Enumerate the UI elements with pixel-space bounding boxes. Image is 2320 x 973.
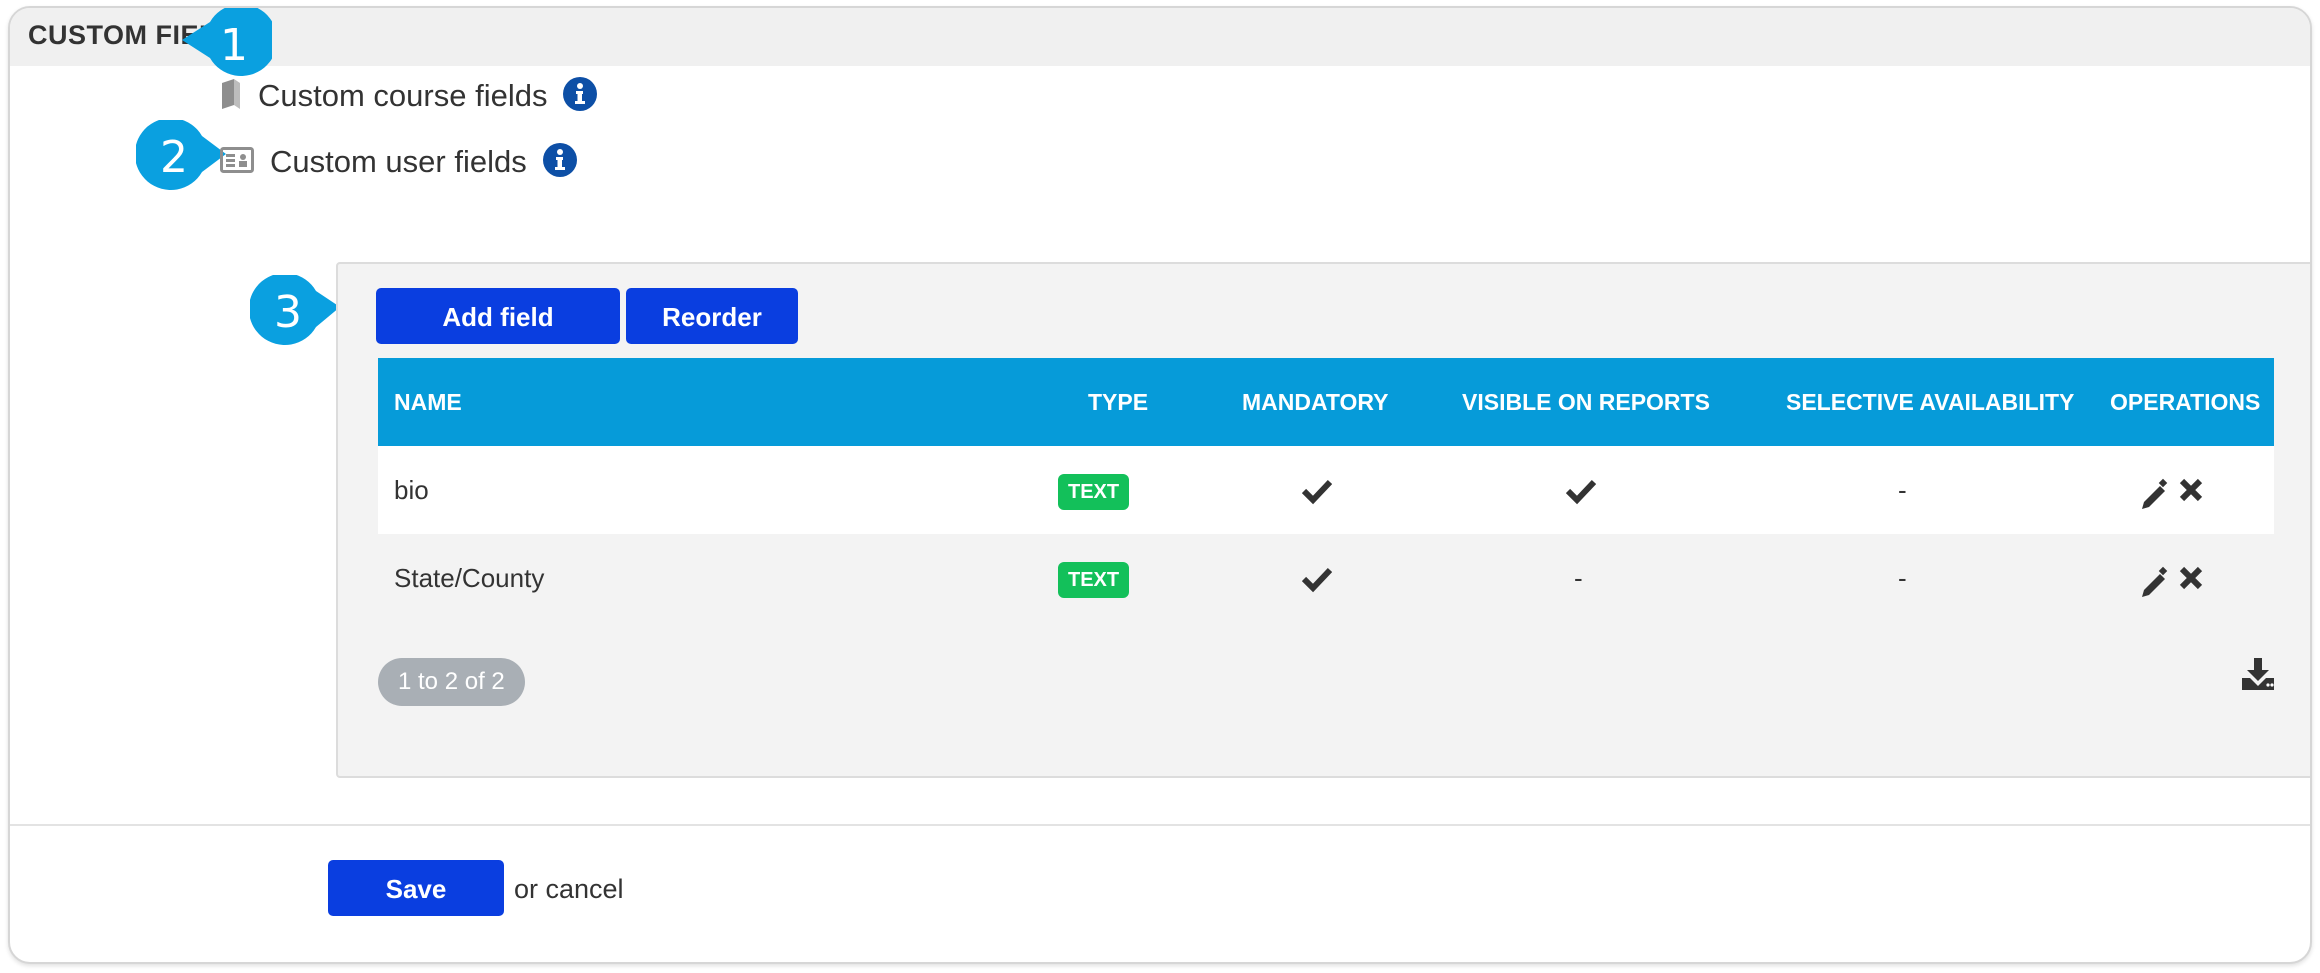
download-icon[interactable] [2240, 656, 2276, 697]
book-icon [220, 77, 242, 116]
delete-icon[interactable] [2178, 446, 2204, 534]
visible-on-reports-value: - [1574, 563, 1583, 593]
cancel-link[interactable]: or cancel [514, 874, 624, 905]
column-header-type[interactable]: TYPE [1088, 358, 1148, 446]
table-row: State/County TEXT - - [378, 534, 2274, 622]
field-name: State/County [394, 563, 545, 593]
column-header-name[interactable]: NAME [394, 358, 462, 446]
pencil-icon[interactable] [2140, 446, 2168, 534]
save-button[interactable]: Save [328, 860, 504, 916]
check-icon [1301, 534, 1333, 622]
custom-fields-card: CUSTOM FIELDS 1 Custom course fields 2 C… [8, 6, 2312, 964]
add-field-button[interactable]: Add field [376, 288, 620, 344]
callout-marker-1: 1 [182, 8, 272, 84]
custom-course-fields-label: Custom course fields [258, 78, 548, 113]
table-row: bio TEXT - [378, 446, 2274, 534]
info-icon[interactable] [563, 76, 598, 116]
footer-divider [10, 824, 2310, 826]
pagination-info: 1 to 2 of 2 [378, 658, 525, 706]
custom-course-fields-link[interactable]: Custom course fields [220, 76, 598, 116]
check-icon [1565, 446, 1597, 534]
column-header-visible-on-reports[interactable]: VISIBLE ON REPORTS [1462, 358, 1710, 446]
reorder-button[interactable]: Reorder [626, 288, 798, 344]
card-header: CUSTOM FIELDS [10, 8, 2310, 66]
selective-availability-value: - [1898, 563, 1907, 593]
custom-user-fields-label: Custom user fields [270, 144, 527, 179]
custom-fields-table: NAME TYPE MANDATORY VISIBLE ON REPORTS S… [378, 358, 2274, 622]
callout-marker-2: 2 [136, 120, 226, 196]
selective-availability-value: - [1898, 475, 1907, 505]
type-badge: TEXT [1058, 474, 1130, 511]
custom-user-fields-link[interactable]: Custom user fields [220, 142, 577, 182]
type-badge: TEXT [1058, 562, 1130, 599]
delete-icon[interactable] [2178, 534, 2204, 622]
column-header-selective-availability[interactable]: SELECTIVE AVAILABILITY [1786, 358, 2074, 446]
info-icon[interactable] [542, 142, 577, 182]
callout-marker-3: 3 [250, 275, 340, 351]
id-card-icon [220, 146, 254, 178]
column-header-mandatory[interactable]: MANDATORY [1242, 358, 1389, 446]
column-header-operations[interactable]: OPERATIONS [2110, 358, 2260, 446]
pencil-icon[interactable] [2140, 534, 2168, 622]
field-name: bio [394, 475, 429, 505]
check-icon [1301, 446, 1333, 534]
custom-user-fields-panel: Add field Reorder NAME TYPE MANDATORY VI… [336, 262, 2310, 778]
table-header: NAME TYPE MANDATORY VISIBLE ON REPORTS S… [378, 358, 2274, 446]
